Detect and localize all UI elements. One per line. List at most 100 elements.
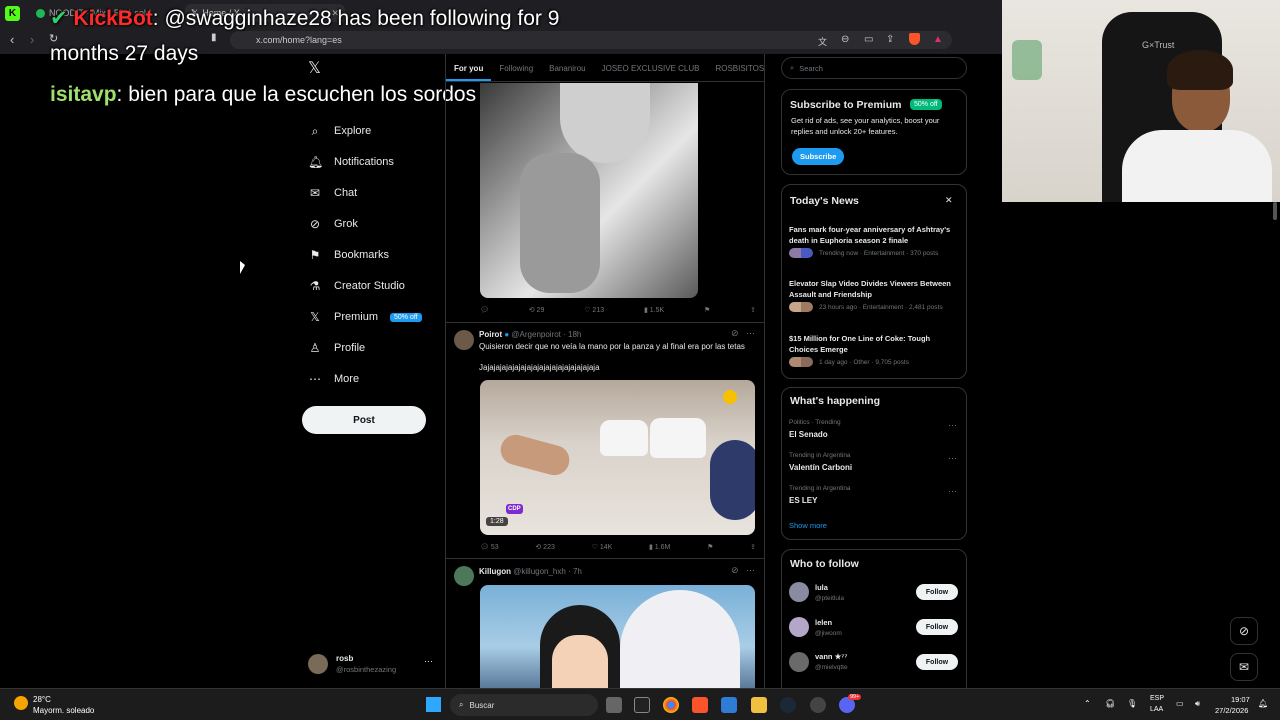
language-secondary[interactable]: LAA <box>1150 706 1163 713</box>
microphone-icon[interactable]: 🎙︎ <box>1127 699 1137 708</box>
avatar[interactable] <box>789 617 809 637</box>
folder-icon[interactable] <box>751 697 767 713</box>
brave-shield-icon[interactable] <box>909 33 920 45</box>
news-item-title[interactable]: Fans mark four-year anniversary of Ashtr… <box>789 224 961 246</box>
tweet-handle[interactable]: @Argenpoirot <box>511 330 560 339</box>
forward-icon[interactable]: › <box>30 32 34 47</box>
more-icon[interactable]: ⋯ <box>948 486 957 497</box>
reply-icon[interactable]: 💬︎ <box>480 306 489 314</box>
sidebar-item-explore[interactable]: ⌕ Explore <box>308 124 372 138</box>
sidebar-item-premium[interactable]: 𝕏 Premium 50% off <box>308 310 422 324</box>
sidebar-item-creator-studio[interactable]: ⚗ Creator Studio <box>308 279 405 293</box>
weather-desc[interactable]: Mayorm. soleado <box>33 706 94 715</box>
sidebar-item-profile[interactable]: ♙ Profile <box>308 341 366 355</box>
share-icon[interactable]: ⇪ <box>750 543 756 551</box>
brave-rewards-icon[interactable]: ▲ <box>933 34 943 45</box>
trend-topic[interactable]: ES LEY <box>789 496 817 505</box>
grok-icon[interactable]: ⊘ <box>731 565 739 576</box>
cast-icon[interactable]: ▭ <box>864 34 873 45</box>
microsoft-store-icon[interactable] <box>721 697 737 713</box>
avatar[interactable] <box>789 582 809 602</box>
post-button[interactable]: Post <box>302 406 426 434</box>
more-icon[interactable]: ⋯ <box>746 328 755 339</box>
messages-float-button[interactable]: ✉ <box>1230 653 1258 681</box>
avatar[interactable] <box>454 566 474 586</box>
chrome-icon[interactable] <box>663 697 679 713</box>
zoom-icon[interactable]: ⊖ <box>841 34 849 45</box>
follow-name[interactable]: lelen <box>815 618 832 627</box>
like-button[interactable]: ♡ 14K <box>592 543 613 551</box>
sidebar-item-more[interactable]: ⋯ More <box>308 372 359 386</box>
tweet-handle[interactable]: @killugon_hxh <box>513 567 566 576</box>
tab-following[interactable]: Following <box>491 54 541 81</box>
follow-name[interactable]: vann ★⁷⁷ <box>815 652 848 661</box>
tray-chevron-icon[interactable]: ⌃ <box>1084 699 1091 708</box>
clock-date[interactable]: 27/2/2026 <box>1215 706 1248 715</box>
weather-temp[interactable]: 28°C <box>33 695 51 704</box>
show-more-link[interactable]: Show more <box>789 521 827 530</box>
brave-icon[interactable] <box>692 697 708 713</box>
steam-icon[interactable] <box>780 697 796 713</box>
epic-games-icon[interactable] <box>634 697 650 713</box>
x-logo-icon[interactable]: 𝕏 <box>308 58 321 78</box>
sidebar-item-chat[interactable]: ✉ Chat <box>308 186 357 200</box>
close-icon[interactable]: ✕ <box>945 195 953 206</box>
tab-for-you[interactable]: For you <box>446 54 492 81</box>
file-explorer-taskview-icon[interactable] <box>606 697 622 713</box>
account-switcher[interactable]: rosb @rosbinthezazing ⋯ <box>308 652 436 678</box>
trend-topic[interactable]: El Senado <box>789 430 828 439</box>
subscribe-button[interactable]: Subscribe <box>792 148 845 165</box>
bookmark-icon[interactable]: ⚑ <box>704 306 710 314</box>
tweet-video[interactable]: 1:28 CDP <box>480 380 755 535</box>
follow-button[interactable]: Follow <box>916 619 958 635</box>
language-primary[interactable]: ESP <box>1150 695 1164 702</box>
scrollbar-thumb[interactable] <box>1273 202 1277 220</box>
like-button[interactable]: ♡ 213 <box>584 306 604 314</box>
grok-float-button[interactable]: ⊘ <box>1230 617 1258 645</box>
back-icon[interactable]: ‹ <box>10 32 14 47</box>
bookmark-page-icon[interactable]: ▮ <box>211 32 217 43</box>
tab-rosbisitos[interactable]: ROSBISITOS <box>707 54 764 81</box>
tweet-image[interactable] <box>480 585 755 688</box>
headset-icon[interactable]: 🎧︎ <box>1105 699 1115 708</box>
share-icon[interactable]: ⇪ <box>750 306 756 314</box>
grok-icon[interactable]: ⊘ <box>731 328 739 339</box>
more-icon[interactable]: ⋯ <box>948 453 957 464</box>
windows-start-icon[interactable] <box>426 697 441 712</box>
follow-button[interactable]: Follow <box>916 654 958 670</box>
network-icon[interactable]: ▭ <box>1176 699 1184 708</box>
notification-bell-icon[interactable]: 🔔︎ <box>1258 699 1268 708</box>
avatar[interactable] <box>454 330 474 350</box>
news-item-title[interactable]: $15 Million for One Line of Coke: Tough … <box>789 333 961 355</box>
follow-button[interactable]: Follow <box>916 584 958 600</box>
news-item-title[interactable]: Elevator Slap Video Divides Viewers Betw… <box>789 278 961 300</box>
taskbar-search[interactable]: ⌕ Buscar <box>450 694 598 716</box>
sidebar-item-notifications[interactable]: 🔔︎ Notifications <box>308 155 394 169</box>
volume-icon[interactable]: 🔊︎ <box>1195 699 1200 709</box>
tweet-image[interactable] <box>480 83 698 298</box>
avatar[interactable] <box>789 652 809 672</box>
tweet-author-name[interactable]: Killugon <box>479 567 511 576</box>
search-box[interactable]: ⌕ Search <box>781 57 967 79</box>
share-icon[interactable]: ⇪ <box>886 34 894 45</box>
tab-bananirou[interactable]: Bananirou <box>541 54 593 81</box>
reply-button[interactable]: 💬︎ 53 <box>480 543 499 551</box>
retweet-button[interactable]: ⟲ 29 <box>529 306 545 314</box>
more-icon[interactable]: ⋯ <box>424 656 433 667</box>
trend-topic[interactable]: Valentín Carboni <box>789 463 852 472</box>
sidebar-item-bookmarks[interactable]: ⚑ Bookmarks <box>308 248 389 262</box>
sidebar-item-grok[interactable]: ⊘ Grok <box>308 217 358 231</box>
follow-name[interactable]: lula <box>815 583 828 592</box>
views-button[interactable]: ▮ 1.5K <box>644 306 664 314</box>
retweet-button[interactable]: ⟲ 223 <box>535 543 555 551</box>
tweet-author-name[interactable]: Poirot <box>479 330 502 339</box>
more-icon[interactable]: ⋯ <box>948 420 957 431</box>
app-icon[interactable] <box>810 697 826 713</box>
clock-time[interactable]: 19:07 <box>1231 695 1250 704</box>
translate-icon[interactable]: 文 <box>818 35 827 48</box>
tab-joseo-exclusive-club[interactable]: JOSEO EXCLUSIVE CLUB <box>594 54 708 81</box>
more-icon[interactable]: ⋯ <box>746 565 755 576</box>
bookmark-icon[interactable]: ⚑ <box>707 543 713 551</box>
views-button[interactable]: ▮ 1.6M <box>649 543 670 551</box>
weather-icon[interactable] <box>14 696 28 710</box>
